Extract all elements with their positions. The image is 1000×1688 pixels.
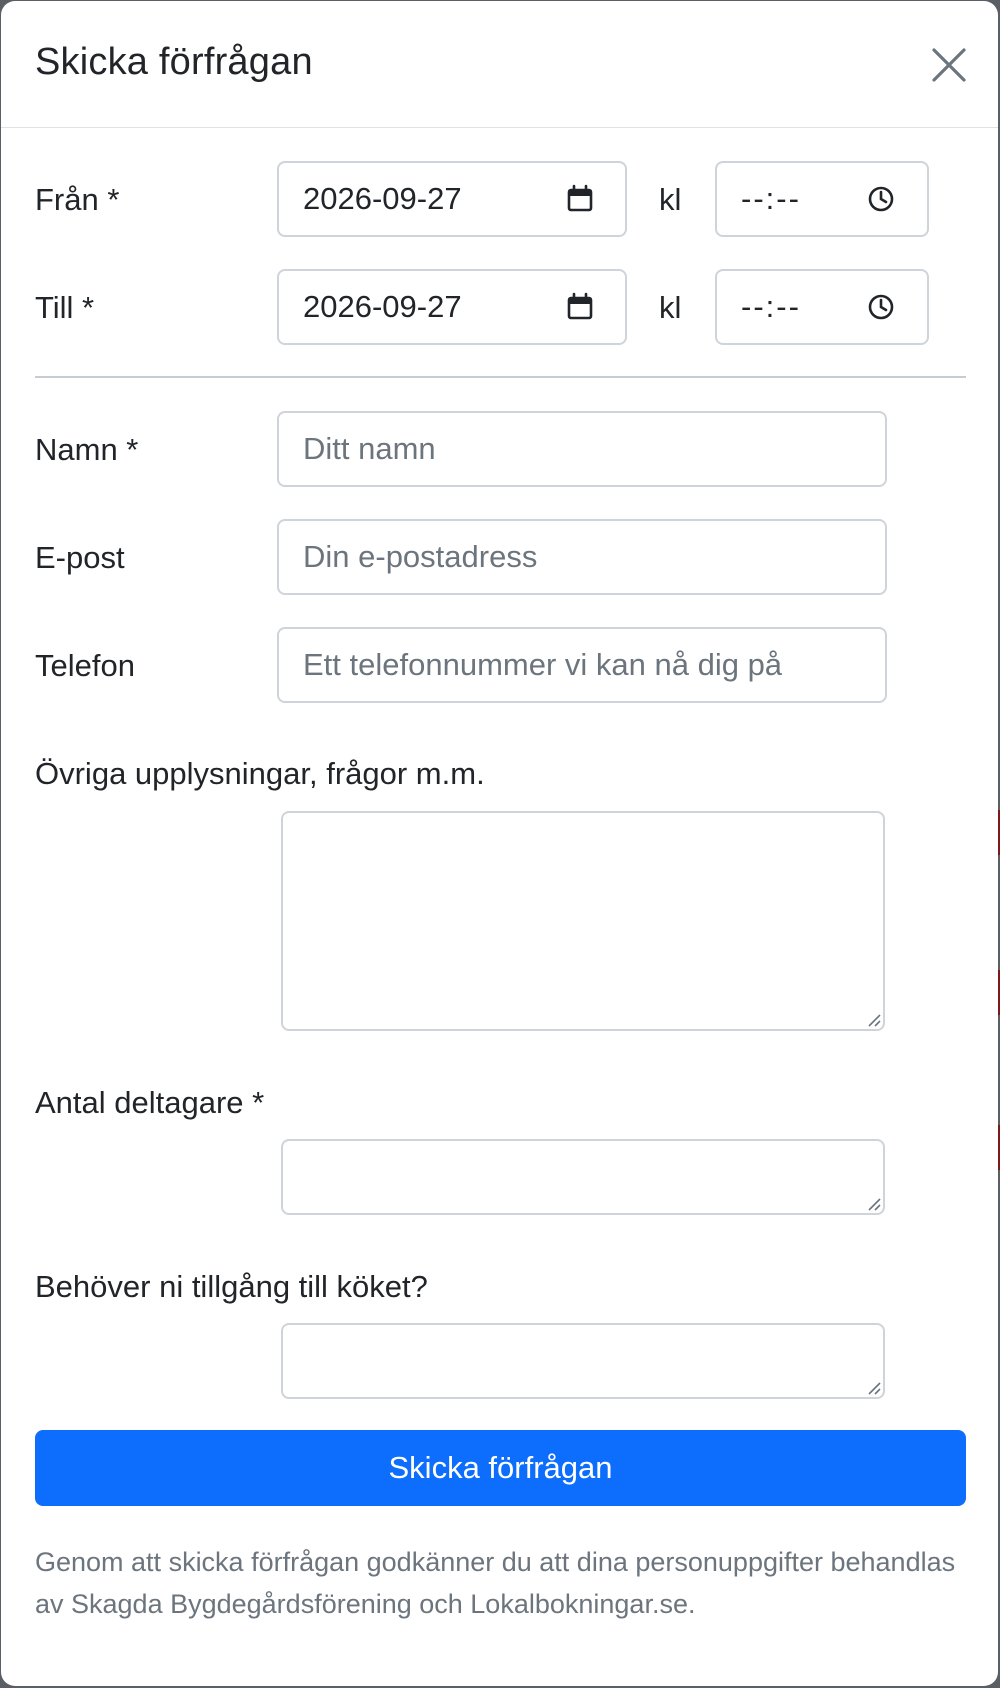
from-time-value: --:--	[741, 181, 801, 216]
calendar-icon[interactable]	[565, 184, 595, 214]
from-time-prefix: kl	[659, 182, 682, 217]
modal-header: Skicka förfrågan	[1, 1, 998, 128]
from-date-input[interactable]: 2026-09-27	[277, 161, 627, 237]
resize-grip-icon[interactable]	[865, 1195, 881, 1211]
modal-title: Skicka förfrågan	[35, 41, 313, 83]
phone-label: Telefon	[35, 648, 135, 683]
from-date-value: 2026-09-27	[303, 181, 462, 216]
participants-textarea[interactable]	[281, 1139, 885, 1215]
phone-placeholder: Ett telefonnummer vi kan nå dig på	[303, 647, 783, 682]
email-placeholder: Din e-postadress	[303, 539, 538, 574]
consent-text: Genom att skicka förfrågan godkänner du …	[35, 1547, 956, 1619]
to-date-input[interactable]: 2026-09-27	[277, 269, 627, 345]
from-label: Från *	[35, 182, 120, 217]
close-button[interactable]	[931, 47, 967, 83]
to-label: Till *	[35, 290, 95, 325]
email-input[interactable]: Din e-postadress	[277, 519, 887, 595]
notes-textarea[interactable]	[281, 811, 885, 1031]
from-time-input[interactable]: --:--	[715, 161, 929, 237]
phone-input[interactable]: Ett telefonnummer vi kan nå dig på	[277, 627, 887, 703]
to-time-prefix: kl	[659, 290, 682, 325]
participants-label: Antal deltagare *	[35, 1085, 265, 1120]
to-date-value: 2026-09-27	[303, 289, 462, 324]
calendar-icon[interactable]	[565, 292, 595, 322]
email-label: E-post	[35, 540, 125, 575]
kitchen-label: Behöver ni tillgång till köket?	[35, 1269, 428, 1304]
to-time-value: --:--	[741, 289, 801, 324]
resize-grip-icon[interactable]	[865, 1011, 881, 1027]
name-input[interactable]: Ditt namn	[277, 411, 887, 487]
resize-grip-icon[interactable]	[865, 1379, 881, 1395]
clock-icon[interactable]	[867, 185, 895, 213]
notes-label: Övriga upplysningar, frågor m.m.	[35, 756, 485, 791]
section-divider	[35, 376, 966, 378]
clock-icon[interactable]	[867, 293, 895, 321]
submit-button[interactable]: Skicka förfrågan	[35, 1430, 966, 1506]
close-icon	[932, 48, 966, 82]
kitchen-textarea[interactable]	[281, 1323, 885, 1399]
name-label: Namn *	[35, 432, 139, 467]
to-time-input[interactable]: --:--	[715, 269, 929, 345]
request-modal: Skicka förfrågan Från * 2026-09-27 kl --…	[1, 1, 998, 1686]
name-placeholder: Ditt namn	[303, 431, 436, 466]
